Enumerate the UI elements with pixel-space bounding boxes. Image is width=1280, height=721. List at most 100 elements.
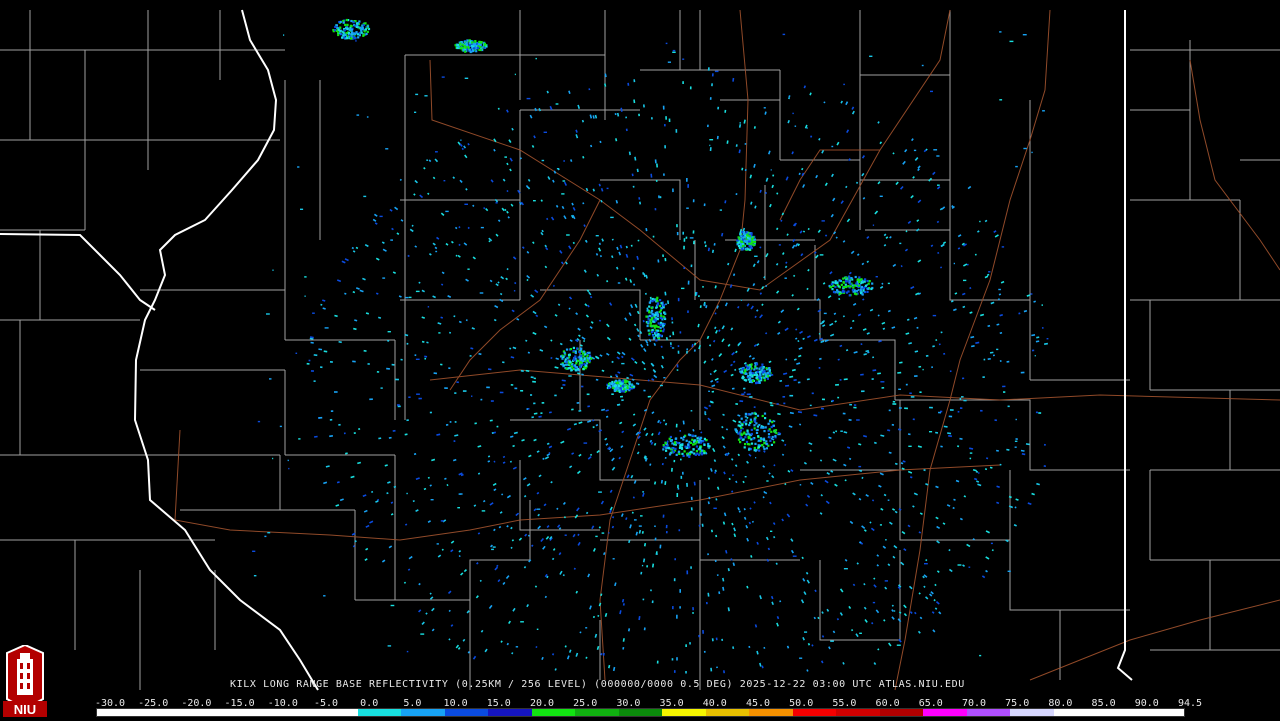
echo-speck [797,339,800,343]
echo-speck [759,662,762,667]
echo-speck [506,109,509,113]
echo-speck [642,558,646,563]
echo-speck [598,526,601,529]
echo-speck [526,408,529,410]
echo-speck [925,596,929,600]
echo-cell [456,43,459,46]
echo-speck [557,303,561,306]
echo-cell [672,450,675,454]
echo-speck [880,507,884,511]
echo-cell [691,438,694,441]
echo-speck [689,642,691,645]
echo-cell [853,292,857,295]
echo-cell [655,331,658,334]
echo-cell [758,449,761,452]
echo-speck [967,185,972,190]
echo-cell [852,286,855,289]
echo-cell [628,381,631,384]
echo-speck [493,318,497,322]
echo-speck [398,295,402,298]
echo-speck [718,329,721,332]
echo-speck [989,466,993,469]
echo-cell [656,311,659,314]
echo-speck [563,181,568,186]
echo-speck [486,386,490,389]
echo-cell [871,282,874,285]
echo-speck [749,396,753,398]
echo-cell [860,281,863,284]
echo-cell [660,334,663,337]
echo-speck [458,226,461,229]
echo-cell [767,367,771,370]
echo-speck [493,528,496,532]
echo-speck [611,255,614,259]
echo-speck [925,559,928,562]
echo-cell [858,284,861,287]
echo-speck [762,496,765,499]
echo-speck [669,335,672,338]
echo-cell [853,284,856,287]
echo-speck [912,176,915,179]
echo-speck [746,460,750,464]
echo-speck [334,314,338,318]
echo-speck [415,93,419,96]
echo-cell [475,50,478,53]
echo-speck [662,254,664,258]
echo-speck [581,119,585,123]
echo-speck [633,283,636,286]
echo-speck [489,419,493,422]
echo-speck [839,612,843,616]
echo-speck [595,378,599,381]
echo-speck [883,244,887,247]
echo-speck [415,509,419,513]
echo-speck [504,156,507,158]
echo-speck [826,472,830,475]
echo-speck [995,449,999,452]
echo-speck [492,546,496,548]
echo-speck [714,312,717,315]
echo-speck [682,58,685,60]
echo-speck [325,465,330,468]
echo-speck [746,287,750,292]
echo-speck [462,638,466,642]
echo-speck [359,289,364,293]
echo-speck [452,458,457,462]
echo-speck [900,185,904,190]
echo-speck [904,248,909,252]
echo-speck [687,280,690,285]
echo-cell [622,384,625,387]
echo-speck [538,474,542,478]
echo-cell [572,349,575,352]
echo-speck [734,464,738,468]
echo-speck [396,404,400,406]
echo-cell [671,442,674,445]
echo-speck [575,312,579,316]
echo-cell [740,240,744,244]
echo-speck [904,407,908,410]
echo-speck [769,501,772,505]
echo-speck [604,612,608,617]
echo-speck [984,275,989,279]
echo-cell [617,384,621,388]
echo-speck [450,240,454,244]
echo-speck [978,472,980,474]
echo-cell [628,387,632,390]
echo-speck [378,316,382,319]
echo-speck [336,279,342,283]
echo-speck [707,124,709,128]
echo-speck [703,360,707,364]
echo-speck [839,588,844,593]
echo-speck [716,135,719,140]
echo-speck [629,279,633,283]
echo-speck [713,243,716,246]
echo-cell [678,450,681,453]
echo-speck [791,368,796,372]
echo-speck [466,610,470,614]
echo-speck [506,524,509,528]
echo-cell [750,420,753,423]
echo-speck [723,512,727,517]
echo-cell [584,367,587,370]
echo-speck [414,111,417,113]
echo-cell [862,289,865,292]
echo-speck [708,344,712,347]
